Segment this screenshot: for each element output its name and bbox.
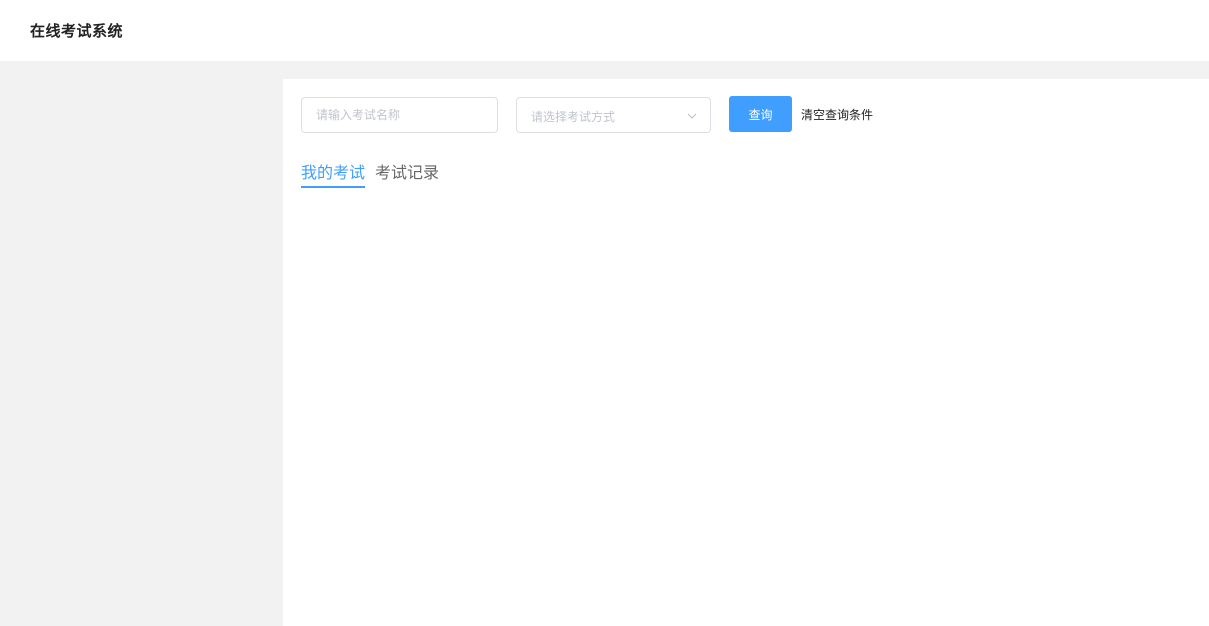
sidebar	[0, 61, 283, 626]
app-title: 在线考试系统	[30, 22, 124, 40]
chevron-down-icon	[687, 113, 697, 119]
exam-mode-placeholder: 请选择考试方式	[531, 110, 616, 124]
clear-filters-link[interactable]: 清空查询条件	[801, 106, 873, 123]
exam-name-input[interactable]	[301, 97, 498, 133]
main-content: 请选择考试方式 查询 清空查询条件 我的考试 考试记录	[283, 79, 1209, 626]
tab-exam-records[interactable]: 考试记录	[375, 159, 439, 186]
tab-my-exams[interactable]: 我的考试	[301, 159, 366, 188]
exam-mode-select[interactable]: 请选择考试方式	[516, 97, 711, 133]
query-button[interactable]: 查询	[729, 96, 792, 132]
top-header: 在线考试系统	[0, 0, 1209, 61]
